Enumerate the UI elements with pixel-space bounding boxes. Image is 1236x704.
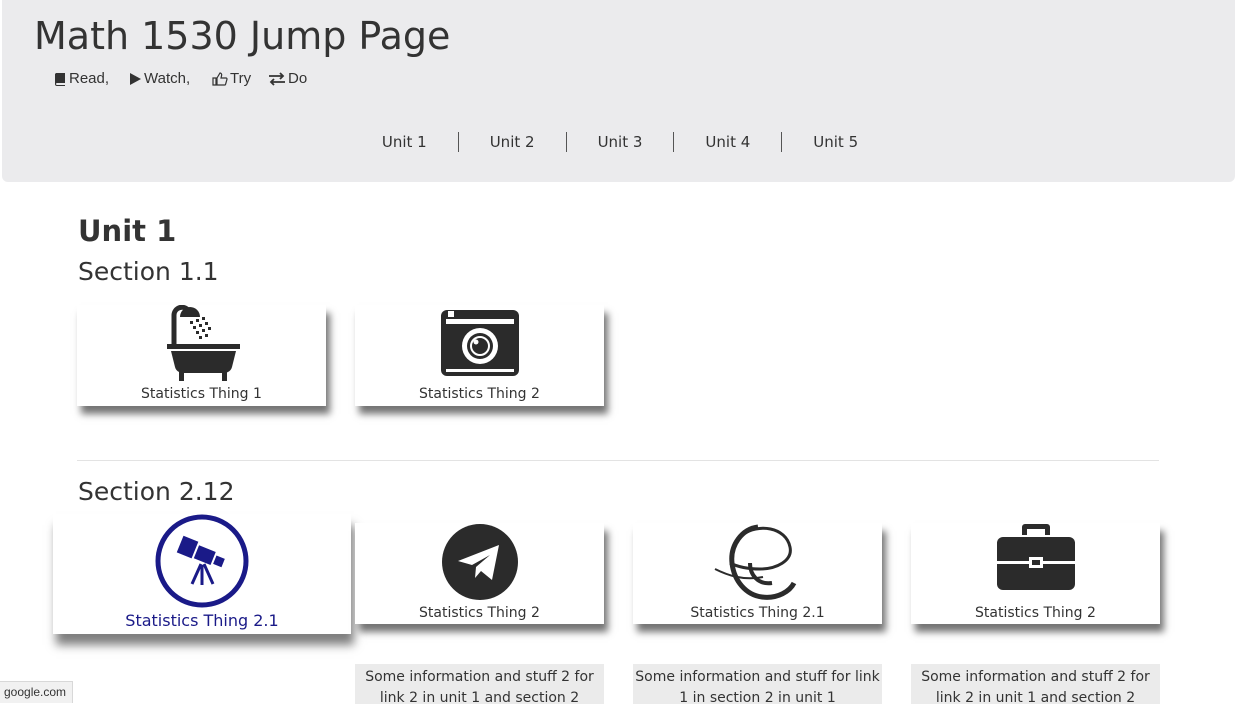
header-jumbotron: Math 1530 Jump Page Read, Watch, Try Do … (2, 0, 1235, 182)
card-info-3: Some information and stuff for link 1 in… (633, 664, 882, 704)
unit-heading: Unit 1 (78, 214, 177, 248)
card-statistics-thing-2-1-active[interactable]: Statistics Thing 2.1 (53, 514, 351, 634)
legend-try-label: Try (230, 70, 252, 87)
section-divider (77, 460, 1159, 461)
unit-3-link[interactable]: Unit 3 (567, 133, 674, 151)
card-label: Statistics Thing 2 (419, 605, 540, 621)
edge-icon (633, 523, 882, 601)
card-label: Statistics Thing 2 (975, 605, 1096, 621)
card-label: Statistics Thing 1 (141, 386, 262, 402)
page-title: Math 1530 Jump Page (34, 14, 451, 58)
camera-icon (355, 309, 604, 377)
unit-1-link[interactable]: Unit 1 (351, 133, 458, 151)
legend-watch-label: Watch, (144, 70, 191, 87)
unit-2-link[interactable]: Unit 2 (459, 133, 566, 151)
card-statistics-thing-1[interactable]: Statistics Thing 1 (77, 305, 326, 406)
telegram-icon (355, 523, 604, 601)
card-info-2: Some information and stuff 2 for link 2 … (355, 664, 604, 704)
legend-read-label: Read, (69, 70, 110, 87)
thumbs-up-icon (212, 71, 228, 86)
card-info-4: Some information and stuff 2 for link 2 … (911, 664, 1160, 704)
unit-nav: Unit 1 Unit 2 Unit 3 Unit 4 Unit 5 (2, 132, 1236, 152)
section-heading-1: Section 1.1 (78, 257, 219, 286)
card-label: Statistics Thing 2.1 (125, 611, 279, 630)
card-label: Statistics Thing 2.1 (690, 605, 825, 621)
legend-try: Try (212, 70, 251, 87)
legend-read: Read, (53, 70, 109, 87)
card-statistics-thing-2-1-b[interactable]: Statistics Thing 2.1 (633, 523, 882, 624)
legend-watch: Watch, (129, 70, 190, 87)
legend-do: Do (268, 70, 307, 87)
telescope-icon (53, 514, 351, 610)
card-statistics-thing-2[interactable]: Statistics Thing 2 (355, 305, 604, 406)
briefcase-icon (911, 523, 1160, 591)
section-heading-2: Section 2.12 (78, 477, 235, 506)
status-bar-url: google.com (0, 681, 74, 703)
unit-4-link[interactable]: Unit 4 (674, 133, 781, 151)
card-label: Statistics Thing 2 (419, 386, 540, 402)
card-statistics-thing-2-b[interactable]: Statistics Thing 2 (355, 523, 604, 624)
exchange-icon (268, 71, 286, 86)
play-icon (129, 72, 142, 86)
card-statistics-thing-2-c[interactable]: Statistics Thing 2 (911, 523, 1160, 624)
legend-do-label: Do (288, 70, 308, 87)
unit-5-link[interactable]: Unit 5 (782, 133, 889, 151)
bathtub-icon (77, 305, 326, 383)
book-icon (53, 72, 67, 86)
